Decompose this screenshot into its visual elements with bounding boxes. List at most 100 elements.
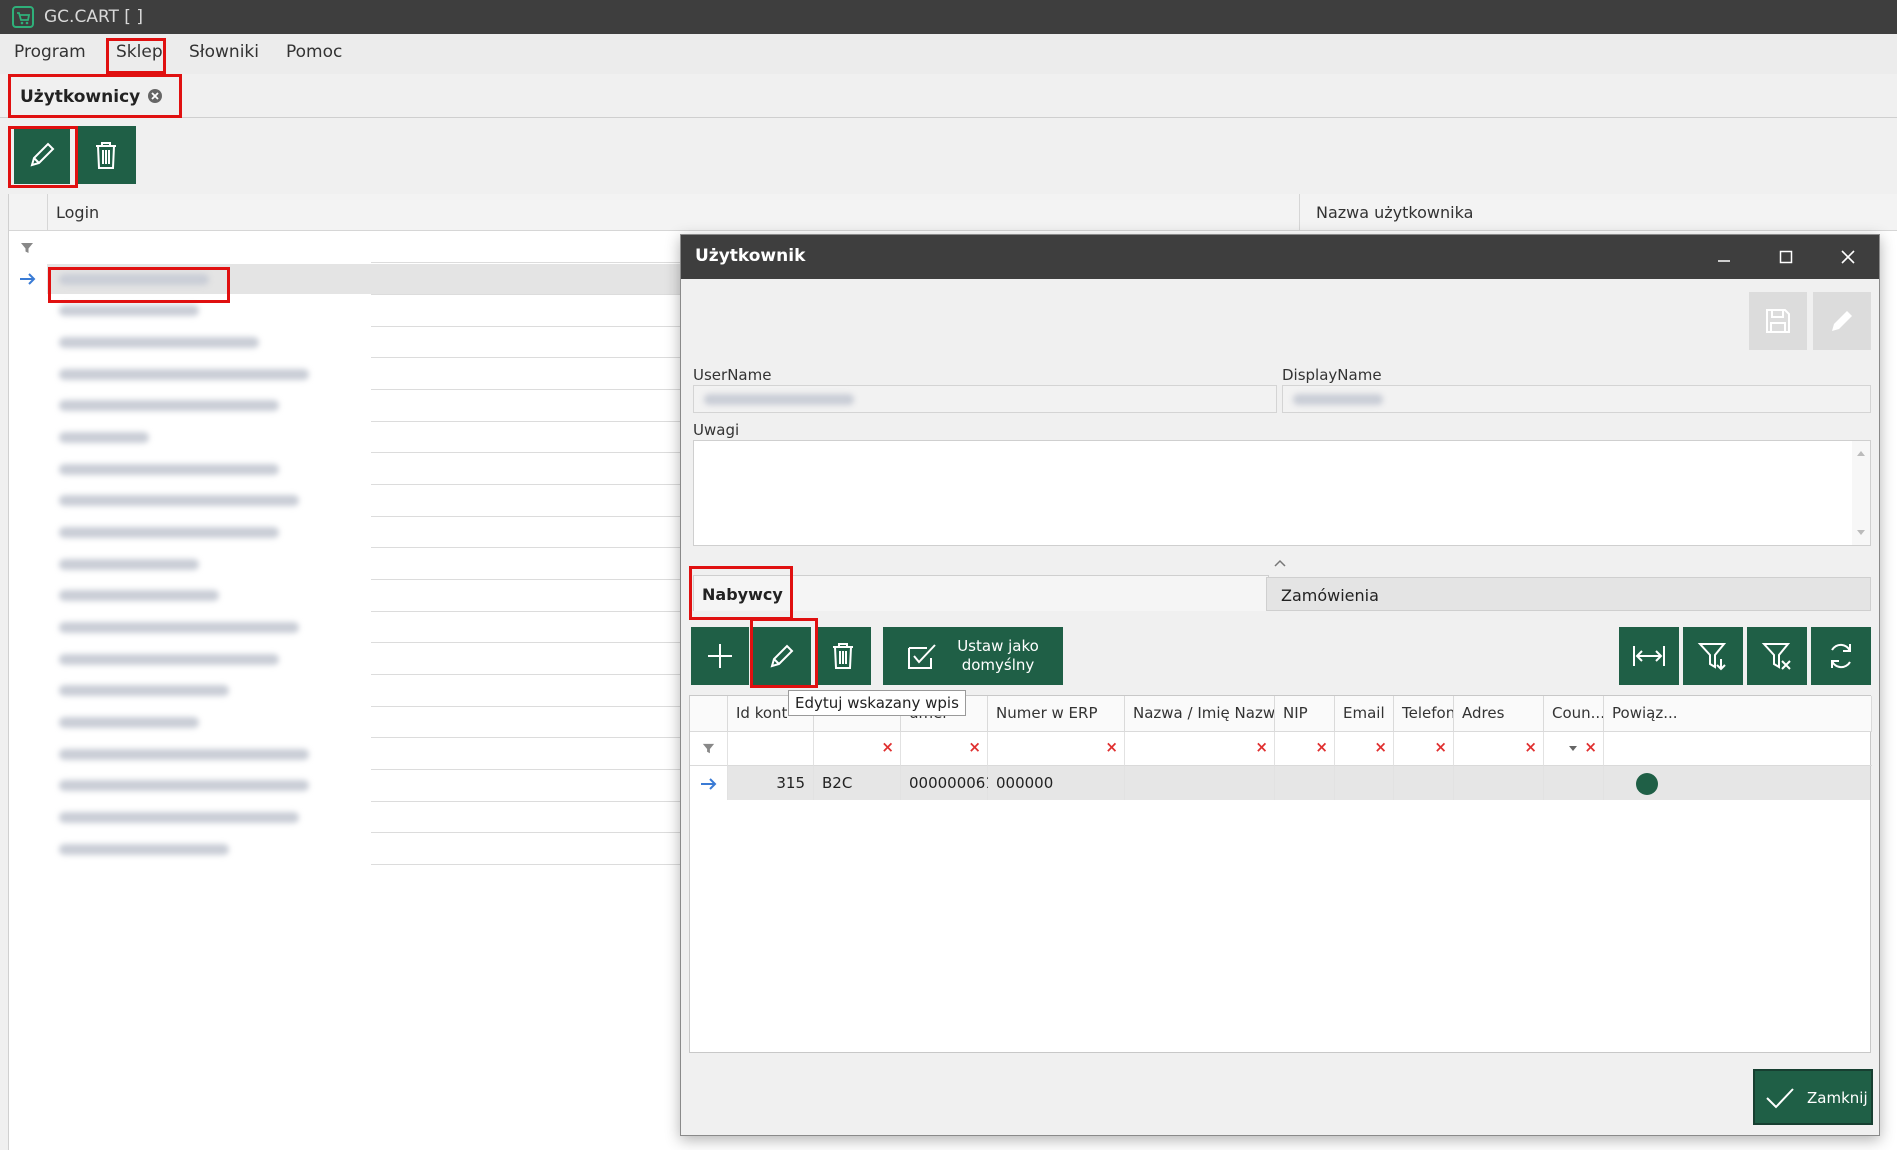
menu-slowniki[interactable]: Słowniki xyxy=(189,42,259,62)
filter-icon[interactable] xyxy=(19,240,35,256)
edit-disabled-button[interactable] xyxy=(1813,292,1871,350)
list-item[interactable] xyxy=(59,780,309,791)
grid-corner xyxy=(690,696,728,732)
filter-down-icon xyxy=(1697,643,1727,671)
filter-linked-field[interactable] xyxy=(1604,732,1872,766)
clear-filter-icon[interactable]: × xyxy=(1374,738,1387,756)
tab-zamowienia[interactable]: Zamówienia xyxy=(1266,577,1871,611)
row-divider xyxy=(371,547,691,548)
list-item[interactable] xyxy=(59,337,259,348)
list-item[interactable] xyxy=(59,432,149,443)
cell-number[interactable]: 000000061 xyxy=(901,766,995,800)
delete-button[interactable] xyxy=(76,126,136,184)
displayname-field[interactable] xyxy=(1282,385,1871,413)
filter-country-field[interactable]: × xyxy=(1544,732,1604,766)
tab-uzytkownicy[interactable]: Użytkownicy xyxy=(20,87,140,107)
clear-filter-icon[interactable]: × xyxy=(1584,738,1597,756)
refresh-button[interactable] xyxy=(1811,627,1871,685)
clear-filter-button[interactable] xyxy=(1747,627,1807,685)
username-field[interactable] xyxy=(693,385,1277,413)
clear-filter-icon[interactable]: × xyxy=(1255,738,1268,756)
list-item[interactable] xyxy=(59,400,279,411)
save-button[interactable] xyxy=(1749,292,1807,350)
clear-filter-icon[interactable]: × xyxy=(1434,738,1447,756)
list-item[interactable] xyxy=(59,622,299,633)
filter-type-field[interactable]: × xyxy=(814,732,901,766)
list-item[interactable] xyxy=(59,717,199,728)
edit-button[interactable] xyxy=(14,126,70,184)
col-nazwa-uzytkownika[interactable]: Nazwa użytkownika xyxy=(1299,194,1897,231)
filter-id-field[interactable] xyxy=(728,732,814,766)
filter-address-field[interactable]: × xyxy=(1454,732,1544,766)
cell-name[interactable] xyxy=(1125,766,1275,800)
close-dialog-button[interactable]: Zamknij xyxy=(1753,1069,1873,1125)
list-item[interactable] xyxy=(59,654,279,665)
list-item[interactable] xyxy=(59,274,209,285)
filter-number-field[interactable]: × xyxy=(901,732,988,766)
col-email[interactable]: Email xyxy=(1335,696,1394,732)
list-item[interactable] xyxy=(59,305,199,316)
cell-phone[interactable] xyxy=(1394,766,1454,800)
menu-pomoc[interactable]: Pomoc xyxy=(286,42,342,62)
menu-sklep[interactable]: Sklep xyxy=(116,42,163,62)
minimize-icon[interactable] xyxy=(1717,251,1731,265)
menu-program[interactable]: Program xyxy=(14,42,86,62)
list-item[interactable] xyxy=(59,590,219,601)
fit-columns-button[interactable] xyxy=(1619,627,1679,685)
list-item[interactable] xyxy=(59,369,309,380)
list-item[interactable] xyxy=(59,527,279,538)
col-country[interactable]: Coun... xyxy=(1544,696,1604,732)
clear-filter-icon[interactable]: × xyxy=(1524,738,1537,756)
notes-textarea[interactable] xyxy=(693,440,1871,546)
close-icon[interactable] xyxy=(1841,250,1855,264)
add-button[interactable] xyxy=(691,627,749,685)
list-item[interactable] xyxy=(59,495,299,506)
col-phone[interactable]: Telefon xyxy=(1394,696,1454,732)
col-login[interactable]: Login xyxy=(47,194,1308,231)
chevron-down-icon[interactable] xyxy=(1568,745,1578,752)
scroll-up-icon[interactable] xyxy=(1856,449,1866,457)
edit-entry-button[interactable] xyxy=(753,627,811,685)
row-divider xyxy=(371,452,691,453)
clear-filter-icon[interactable]: × xyxy=(1315,738,1328,756)
col-name[interactable]: Nazwa / Imię Nazwisko xyxy=(1125,696,1275,732)
list-item[interactable] xyxy=(59,559,199,570)
tab-close-icon[interactable] xyxy=(147,88,163,104)
list-item[interactable] xyxy=(59,464,279,475)
clear-filter-icon[interactable]: × xyxy=(1105,738,1118,756)
col-address[interactable]: Adres xyxy=(1454,696,1544,732)
set-default-button[interactable]: Ustaw jako domyślny xyxy=(883,627,1063,685)
filter-erp-field[interactable]: × xyxy=(988,732,1125,766)
filter-email-field[interactable]: × xyxy=(1335,732,1394,766)
delete-entry-button[interactable] xyxy=(815,627,871,685)
col-erp-number[interactable]: Numer w ERP xyxy=(988,696,1125,732)
scrollbar[interactable] xyxy=(1852,441,1870,545)
row-divider xyxy=(371,389,691,390)
cell-address[interactable] xyxy=(1454,766,1544,800)
filter-down-button[interactable] xyxy=(1683,627,1743,685)
filter-nip-field[interactable]: × xyxy=(1275,732,1335,766)
list-item[interactable] xyxy=(59,749,309,760)
filter-phone-field[interactable]: × xyxy=(1394,732,1454,766)
scroll-down-icon[interactable] xyxy=(1856,529,1866,537)
cell-nip[interactable] xyxy=(1275,766,1335,800)
list-item[interactable] xyxy=(59,685,229,696)
list-item[interactable] xyxy=(59,812,299,823)
tab-nabywcy[interactable]: Nabywcy xyxy=(693,575,1269,611)
cell-id[interactable]: 315 xyxy=(728,766,814,800)
cell-country[interactable] xyxy=(1544,766,1604,800)
cell-email[interactable] xyxy=(1335,766,1394,800)
clear-filter-icon[interactable]: × xyxy=(881,738,894,756)
row-divider xyxy=(371,832,691,833)
cell-erp[interactable]: 000000 xyxy=(988,766,1125,800)
clear-filter-icon[interactable]: × xyxy=(968,738,981,756)
list-item[interactable] xyxy=(59,844,229,855)
filter-icon[interactable] xyxy=(701,741,716,756)
maximize-icon[interactable] xyxy=(1779,250,1793,264)
filter-name-field[interactable]: × xyxy=(1125,732,1275,766)
col-nip[interactable]: NIP xyxy=(1275,696,1335,732)
splitter-up-icon[interactable] xyxy=(1274,559,1286,567)
cell-type[interactable]: B2C xyxy=(814,766,901,800)
col-linked[interactable]: Powiąz... xyxy=(1604,696,1872,732)
cell-linked[interactable] xyxy=(1604,766,1870,800)
